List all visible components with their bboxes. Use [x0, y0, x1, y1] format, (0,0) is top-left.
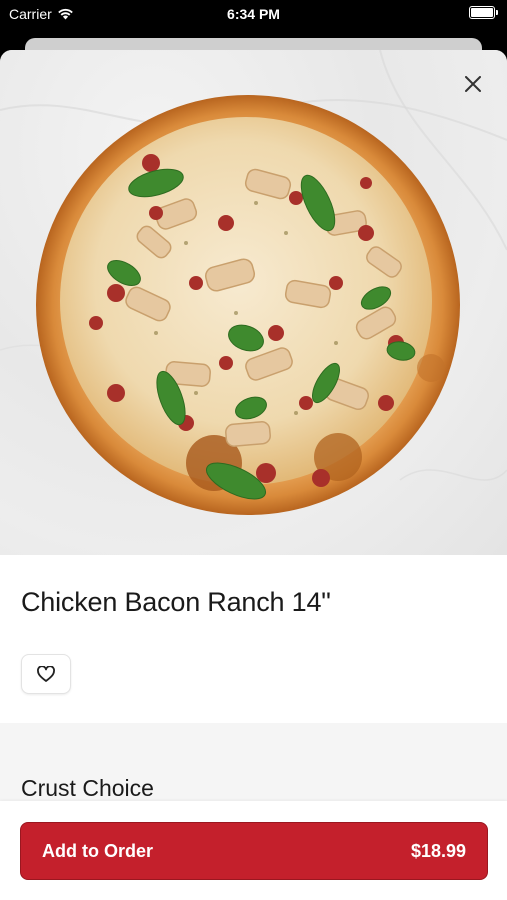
add-to-order-button[interactable]: Add to Order $18.99	[20, 822, 488, 880]
battery-icon	[469, 6, 498, 19]
pizza-illustration	[36, 95, 460, 515]
close-button[interactable]	[459, 70, 487, 98]
clock: 6:34 PM	[227, 6, 280, 22]
price-label: $18.99	[410, 840, 466, 861]
bottom-bar: Add to Order $18.99	[0, 801, 507, 900]
product-image	[0, 50, 507, 555]
product-title: Chicken Bacon Ranch 14"	[21, 587, 331, 617]
add-to-order-label: Add to Order	[42, 840, 153, 861]
status-bar: Carrier 6:34 PM	[0, 0, 507, 30]
section-title: Crust Choice	[21, 775, 154, 801]
favorite-button[interactable]	[21, 654, 71, 694]
heart-icon	[37, 666, 55, 682]
product-detail-sheet: Chicken Bacon Ranch 14" Crust Choice Add…	[0, 50, 507, 900]
close-icon	[465, 76, 481, 92]
